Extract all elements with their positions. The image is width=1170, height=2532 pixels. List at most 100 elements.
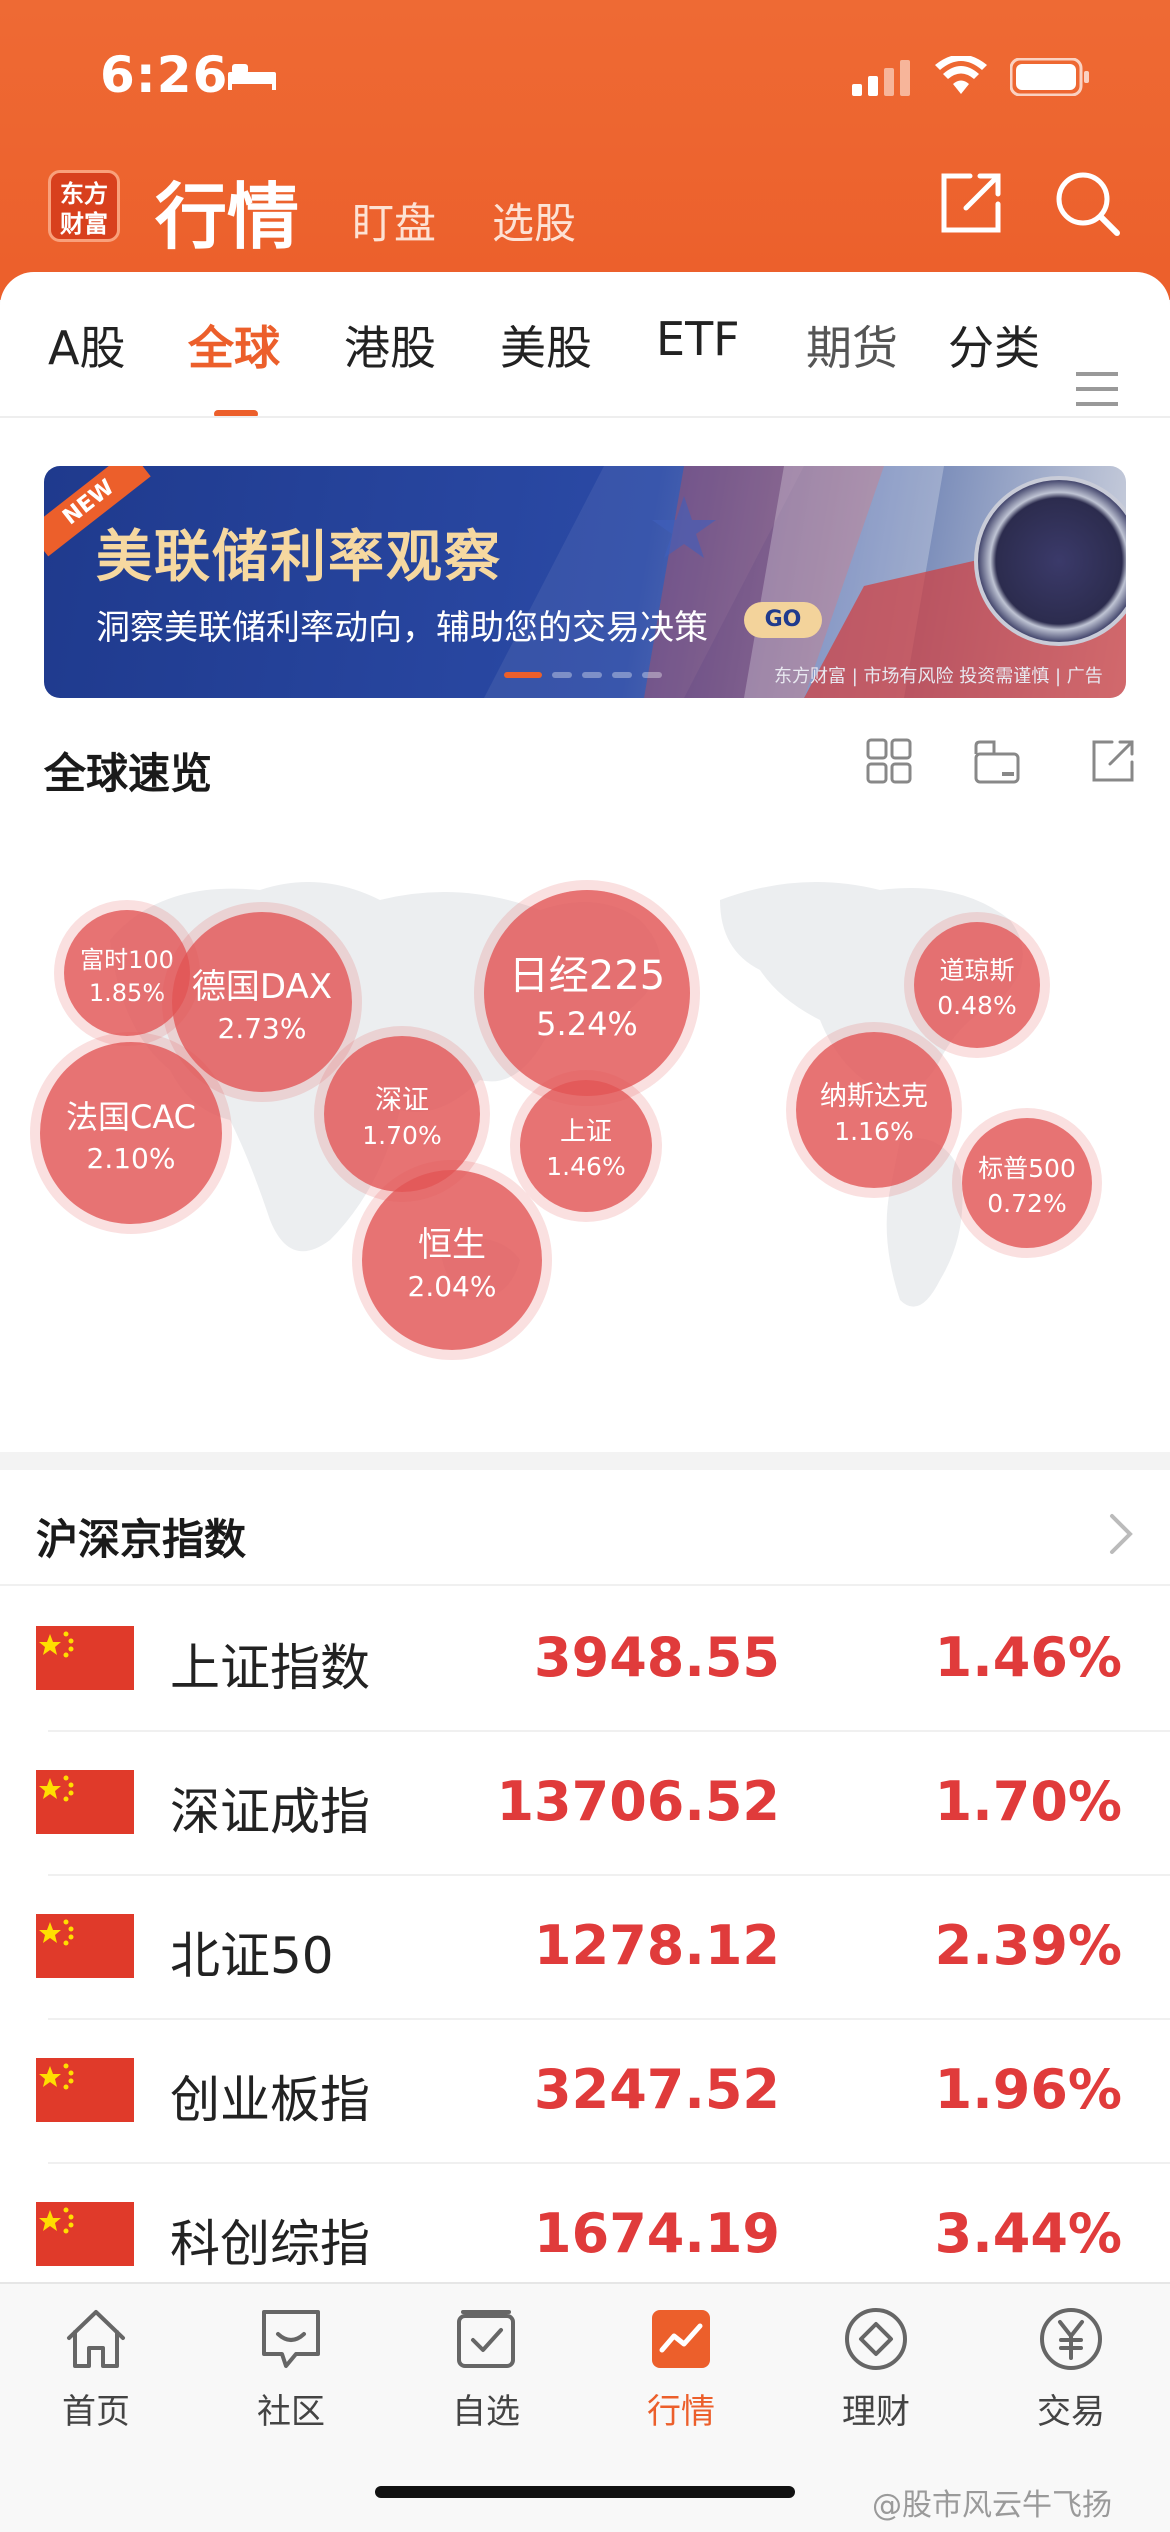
bubble-shenzhen[interactable]: 深证 1.70% (324, 1036, 480, 1192)
index-price: 3948.55 (534, 1626, 780, 1689)
nav-wealth[interactable]: 理财 (796, 2304, 956, 2444)
index-price: 1674.19 (534, 2202, 780, 2265)
menu-icon[interactable] (1076, 370, 1118, 408)
index-list-title[interactable]: 沪深京指数 (36, 1506, 246, 1567)
tab-global[interactable]: 全球 (188, 312, 280, 378)
bubble-value: 2.73% (217, 1012, 307, 1045)
tab-hk-stocks[interactable]: 港股 (344, 312, 436, 378)
banner-dot (642, 672, 662, 678)
tab-categories[interactable]: 分类 (948, 312, 1040, 378)
nav-community[interactable]: 社区 (211, 2304, 371, 2444)
index-row-bse50[interactable]: 北证50 1278.12 2.39% (0, 1874, 1170, 2018)
home-indicator (375, 2486, 795, 2498)
card-view-icon[interactable] (972, 736, 1022, 786)
china-flag-icon (36, 1914, 134, 1978)
index-change: 3.44% (934, 2202, 1122, 2265)
china-flag-icon (36, 1626, 134, 1690)
index-change: 1.70% (934, 1770, 1122, 1833)
nav-market[interactable]: 行情 (601, 2304, 761, 2444)
share-icon[interactable] (936, 168, 1006, 238)
banner-go-button[interactable]: GO (744, 602, 822, 638)
nav-label: 行情 (647, 2392, 715, 2432)
bubble-nikkei225[interactable]: 日经225 5.24% (484, 890, 690, 1096)
bubble-value: 5.24% (536, 1005, 638, 1043)
app-logo: 东方财富 (48, 170, 120, 242)
nav-label: 首页 (62, 2392, 130, 2432)
banner-title: 美联储利率观察 (96, 525, 502, 590)
watchlist-check-icon (457, 2310, 515, 2368)
chevron-right-icon[interactable] (1108, 1512, 1134, 1556)
tab-etf[interactable]: ETF (656, 312, 740, 366)
index-price: 3247.52 (534, 2058, 780, 2121)
share-icon[interactable] (1088, 736, 1138, 786)
bubble-value: 1.85% (88, 978, 166, 1007)
wifi-icon (935, 56, 987, 94)
bubble-label: 德国DAX (191, 967, 333, 1007)
index-name: 上证指数 (170, 1639, 370, 1697)
china-flag-icon (36, 2058, 134, 2122)
bubble-label: 恒生 (418, 1225, 486, 1265)
bubble-label: 法国CAC (65, 1097, 197, 1136)
tab-stock-picker[interactable]: 选股 (492, 190, 576, 251)
nav-watchlist[interactable]: 自选 (406, 2304, 566, 2444)
bubble-value: 2.10% (86, 1141, 176, 1175)
sleep-focus-icon (228, 64, 276, 90)
bubble-value: 0.48% (937, 990, 1017, 1020)
index-name: 北证50 (170, 1927, 334, 1985)
status-time: 6:26 (100, 46, 229, 104)
watermark: @股市风云牛飞扬 (872, 2488, 1112, 2523)
banner-dot-active (504, 672, 542, 678)
page-title: 行情 (155, 175, 300, 259)
bubble-cac[interactable]: 法国CAC 2.10% (40, 1042, 222, 1224)
bubble-value: 1.70% (362, 1121, 442, 1150)
banner-dot (552, 672, 572, 678)
cellular-signal-icon (852, 60, 910, 96)
bubble-label: 日经225 (508, 953, 666, 999)
china-flag-icon (36, 2202, 134, 2266)
logo-text: 东方财富 (60, 180, 108, 238)
bubble-hang-seng[interactable]: 恒生 2.04% (362, 1170, 542, 1350)
bubble-label: 深证 (375, 1085, 429, 1116)
yen-icon (1040, 2308, 1102, 2370)
battery-icon (1010, 58, 1089, 96)
bubble-value: 2.04% (407, 1270, 497, 1303)
bubble-nasdaq[interactable]: 纳斯达克 1.16% (796, 1032, 952, 1188)
index-change: 1.46% (934, 1626, 1122, 1689)
index-name: 创业板指 (170, 2071, 370, 2129)
tab-us-stocks[interactable]: 美股 (500, 312, 592, 378)
bubble-sp500[interactable]: 标普500 0.72% (962, 1118, 1092, 1248)
bubble-value: 0.72% (987, 1188, 1067, 1218)
bubble-dax[interactable]: 德国DAX 2.73% (172, 912, 352, 1092)
grid-view-icon[interactable] (864, 736, 914, 786)
tab-futures[interactable]: 期货 (806, 312, 898, 378)
index-name: 深证成指 (170, 1783, 370, 1841)
nav-trade[interactable]: 交易 (991, 2304, 1151, 2444)
chat-icon (262, 2310, 320, 2368)
bubble-label: 上证 (559, 1117, 612, 1147)
global-overview-title: 全球速览 (44, 749, 213, 798)
index-row-shanghai[interactable]: 上证指数 3948.55 1.46% (0, 1586, 1170, 1730)
banner-dot (582, 672, 602, 678)
index-row-shenzhen[interactable]: 深证成指 13706.52 1.70% (0, 1730, 1170, 1874)
bubble-dow-jones[interactable]: 道琼斯 0.48% (914, 922, 1040, 1048)
bubble-ftse100[interactable]: 富时100 1.85% (64, 910, 190, 1036)
banner-subtitle: 洞察美联储利率动向，辅助您的交易决策 (96, 608, 708, 648)
index-row-chinext[interactable]: 创业板指 3247.52 1.96% (0, 2018, 1170, 2162)
market-chart-icon (652, 2310, 710, 2368)
diamond-icon (845, 2308, 907, 2370)
bubble-label: 道琼斯 (939, 955, 1015, 985)
promo-banner[interactable]: NEW 美联储利率观察 洞察美联储利率动向，辅助您的交易决策 GO 东方财富 |… (44, 466, 1126, 698)
home-icon (67, 2310, 125, 2368)
banner-dot (612, 672, 632, 678)
nav-home[interactable]: 首页 (16, 2304, 176, 2444)
bubble-value: 1.46% (546, 1152, 626, 1181)
index-list-card: 沪深京指数 上证指数 3948.55 1.46% 深证成指 13706.52 1… (0, 1470, 1170, 2282)
banner-pagination (504, 672, 674, 680)
tab-watch[interactable]: 盯盘 (352, 190, 436, 251)
index-price: 13706.52 (496, 1770, 780, 1833)
bubble-label: 纳斯达克 (820, 1081, 928, 1112)
search-icon[interactable] (1052, 168, 1122, 238)
bubble-shanghai[interactable]: 上证 1.46% (520, 1080, 652, 1212)
china-flag-icon (36, 1770, 134, 1834)
tab-a-shares[interactable]: A股 (48, 312, 125, 378)
